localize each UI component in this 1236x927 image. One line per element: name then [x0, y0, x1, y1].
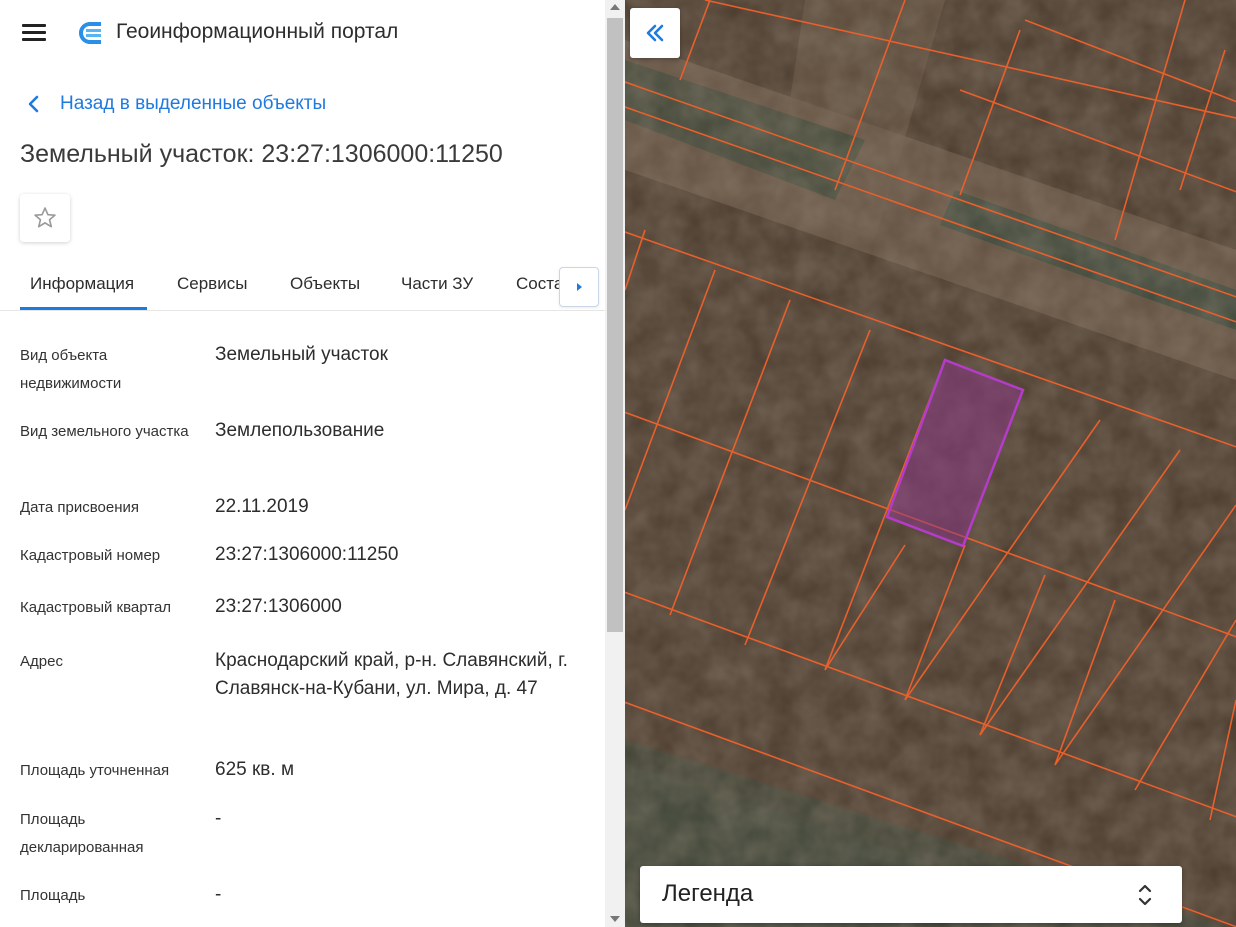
app-title: Геоинформационный портал	[116, 20, 398, 44]
info-label: Площадь уточненная	[20, 757, 200, 785]
info-value: 23:27:1306000:11250	[215, 541, 585, 569]
scroll-up-arrow-icon[interactable]	[610, 4, 620, 10]
tab-services[interactable]: Сервисы	[177, 274, 247, 294]
double-chevron-left-icon	[644, 22, 666, 44]
tab-bar: Информация Сервисы Объекты Части ЗУ Сост…	[0, 262, 605, 311]
info-label: Адрес	[20, 648, 200, 676]
back-link-label: Назад в выделенные объекты	[60, 93, 326, 115]
info-label: Площадь декларированная	[20, 806, 200, 862]
top-bar: Геоинформационный портал	[0, 0, 605, 66]
info-value: -	[215, 881, 585, 909]
info-value: Земельный участок	[215, 341, 585, 369]
map-view[interactable]	[625, 0, 1236, 927]
tab-land-parts[interactable]: Части ЗУ	[401, 274, 473, 294]
tabs-scroll-right-button[interactable]	[559, 267, 599, 307]
page-title: Земельный участок: 23:27:1306000:11250	[20, 140, 503, 169]
info-value: 23:27:1306000	[215, 593, 585, 621]
scrollbar-thumb[interactable]	[607, 18, 623, 632]
collapse-panel-button[interactable]	[630, 8, 680, 58]
tab-objects[interactable]: Объекты	[290, 274, 360, 294]
info-label: Дата присвоения	[20, 494, 200, 522]
info-label: Вид земельного участка	[20, 418, 200, 446]
info-label: Площадь	[20, 882, 200, 910]
legend-panel[interactable]: Легенда	[640, 866, 1182, 923]
scroll-down-arrow-icon[interactable]	[610, 916, 620, 922]
info-label: Вид объекта недвижимости	[20, 342, 200, 398]
favorite-button[interactable]	[20, 194, 70, 242]
star-icon	[32, 205, 58, 231]
legend-label: Легенда	[662, 880, 753, 908]
info-value: 22.11.2019	[215, 493, 585, 521]
panel-scrollbar[interactable]	[605, 0, 625, 927]
info-label: Кадастровый номер	[20, 542, 200, 570]
info-value: 625 кв. м	[215, 756, 585, 784]
chevron-left-icon	[22, 92, 46, 116]
hamburger-menu-icon[interactable]	[22, 24, 48, 44]
portal-logo-icon	[77, 20, 103, 46]
info-value: Краснодарский край, р-н. Славянский, г. …	[215, 647, 585, 703]
info-value: Землепользование	[215, 417, 585, 445]
tab-information[interactable]: Информация	[30, 274, 134, 294]
info-panel: Геоинформационный портал Назад в выделен…	[0, 0, 605, 927]
info-value: -	[215, 805, 585, 833]
info-label: Кадастровый квартал	[20, 594, 200, 622]
chevron-up-down-icon[interactable]	[1137, 881, 1153, 909]
satellite-map[interactable]	[625, 0, 1236, 927]
back-to-selected-link[interactable]: Назад в выделенные объекты	[22, 90, 326, 118]
active-tab-indicator	[20, 307, 147, 310]
caret-right-icon	[573, 281, 585, 293]
